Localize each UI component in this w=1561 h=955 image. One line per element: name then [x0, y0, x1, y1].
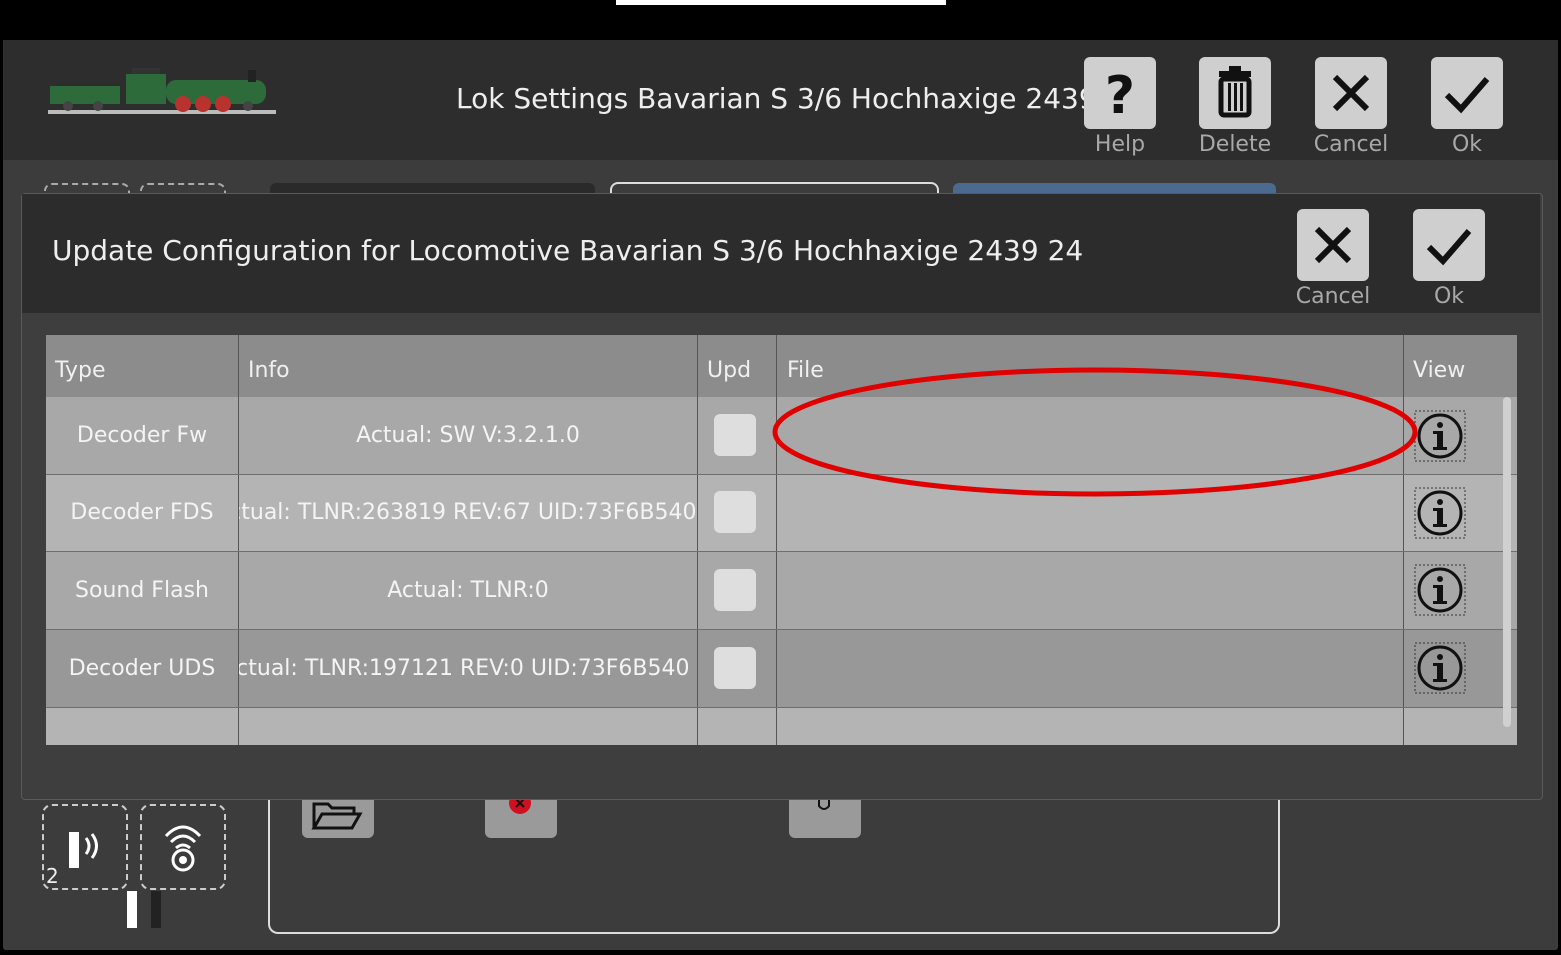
trash-icon [1218, 66, 1252, 118]
update-checkbox[interactable] [714, 414, 756, 456]
bg-bar-dark [151, 891, 161, 928]
ok-button[interactable] [1431, 57, 1503, 129]
info-icon[interactable] [1414, 642, 1466, 694]
row-type: Decoder UDS [68, 656, 216, 681]
check-icon [1444, 77, 1490, 114]
radio-icon [164, 825, 202, 872]
remove-icon [509, 792, 531, 814]
svg-text:?: ? [1105, 66, 1135, 126]
row-info: Actual: TLNR:0 [387, 578, 549, 603]
sound-box[interactable] [140, 804, 226, 890]
close-icon [1314, 226, 1352, 264]
help-label: Help [1094, 132, 1146, 157]
dialog-cancel-label: Cancel [1295, 284, 1371, 309]
locomotive-image [48, 68, 276, 114]
update-checkbox[interactable] [714, 569, 756, 611]
cancel-button[interactable] [1315, 57, 1387, 129]
decoder-mfx-box[interactable]: 2 [42, 804, 128, 890]
table-scrollbar[interactable] [1503, 397, 1511, 727]
close-icon [1332, 74, 1370, 112]
grid-line [697, 335, 698, 745]
magnet-icon [818, 800, 830, 810]
cancel-label: Cancel [1313, 132, 1389, 157]
dialog-title: Update Configuration for Locomotive Bava… [52, 234, 1084, 267]
row-info: Actual: TLNR:197121 REV:0 UID:73F6B540 [239, 656, 690, 681]
column-upd: Upd [707, 358, 752, 383]
open-folder-button[interactable] [302, 798, 374, 838]
question-icon: ? [1105, 66, 1135, 126]
update-checkbox[interactable] [714, 647, 756, 689]
row-info: Actual: TLNR:263819 REV:67 UID:73F6B540 [239, 500, 697, 525]
column-info: Info [248, 358, 290, 383]
grid-line [46, 629, 1517, 630]
bg-action-button[interactable] [789, 798, 861, 838]
row-type: Decoder FDS [70, 500, 214, 525]
bg-panel [268, 790, 1280, 934]
window-title: Lok Settings Bavarian S 3/6 Hochhaxige 2… [456, 82, 1086, 115]
row-type: Sound Flash [75, 578, 209, 603]
dialog-ok-button[interactable] [1413, 209, 1485, 281]
help-button[interactable]: ? [1084, 57, 1156, 129]
annotation-ellipse [772, 367, 1418, 497]
column-type: Type [55, 358, 106, 383]
grid-line [238, 335, 239, 745]
delete-button[interactable] [1199, 57, 1271, 129]
info-icon[interactable] [1414, 564, 1466, 616]
row-type: Decoder Fw [76, 423, 208, 448]
update-checkbox[interactable] [714, 491, 756, 533]
remove-button[interactable] [485, 792, 557, 838]
top-strip [0, 0, 1561, 40]
table-row-empty [46, 708, 1517, 745]
status-bar [616, 0, 946, 5]
dialog-cancel-button[interactable] [1297, 209, 1369, 281]
delete-label: Delete [1198, 132, 1272, 157]
decoder-number: 2 [46, 864, 59, 888]
bg-bar-white [127, 891, 137, 928]
dialog-ok-label: Ok [1433, 284, 1465, 309]
ok-label: Ok [1451, 132, 1483, 157]
grid-line [46, 551, 1517, 552]
folder-open-icon [311, 802, 363, 830]
grid-line [46, 707, 1517, 708]
row-info: Actual: SW V:3.2.1.0 [356, 423, 580, 448]
check-icon [1426, 229, 1472, 266]
